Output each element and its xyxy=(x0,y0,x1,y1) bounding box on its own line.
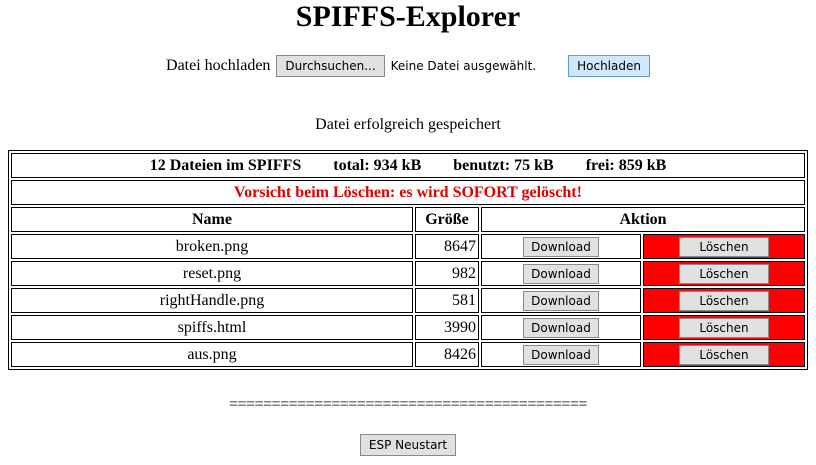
download-button[interactable]: Download xyxy=(523,236,599,257)
file-name: reset.png xyxy=(11,261,413,286)
table-row: spiffs.html 3990 Download Löschen xyxy=(11,315,805,340)
page-title: SPIFFS-Explorer xyxy=(295,0,521,33)
column-header-action: Aktion xyxy=(481,207,805,232)
delete-button[interactable]: Löschen xyxy=(679,263,769,284)
file-size: 581 xyxy=(415,288,479,313)
download-button[interactable]: Download xyxy=(523,290,599,311)
delete-button[interactable]: Löschen xyxy=(679,236,769,257)
file-table: 12 Dateien im SPIFFS total: 934 kB benut… xyxy=(8,150,808,370)
table-row: broken.png 8647 Download Löschen xyxy=(11,234,805,259)
file-name: spiffs.html xyxy=(11,315,413,340)
delete-button[interactable]: Löschen xyxy=(679,344,769,365)
download-button[interactable]: Download xyxy=(523,344,599,365)
file-size: 982 xyxy=(415,261,479,286)
status-message: Datei erfolgreich gespeichert xyxy=(315,116,501,133)
restart-button[interactable]: ESP Neustart xyxy=(359,434,457,456)
table-row: rightHandle.png 581 Download Löschen xyxy=(11,288,805,313)
file-name: aus.png xyxy=(11,342,413,367)
file-name: rightHandle.png xyxy=(11,288,413,313)
column-header-size: Größe xyxy=(415,207,479,232)
file-name: broken.png xyxy=(11,234,413,259)
free-size: frei: 859 kB xyxy=(585,156,667,174)
upload-label: Datei hochladen xyxy=(166,57,271,74)
total-size: total: 934 kB xyxy=(333,156,422,174)
table-row: aus.png 8426 Download Löschen xyxy=(11,342,805,367)
download-button[interactable]: Download xyxy=(523,317,599,338)
table-row: reset.png 982 Download Löschen xyxy=(11,261,805,286)
column-header-name: Name xyxy=(11,207,413,232)
upload-button[interactable]: Hochladen xyxy=(568,55,650,77)
delete-warning: Vorsicht beim Löschen: es wird SOFORT ge… xyxy=(11,180,805,205)
separator-line: ========================================… xyxy=(229,396,587,413)
file-count: 12 Dateien im SPIFFS xyxy=(149,156,302,174)
delete-button[interactable]: Löschen xyxy=(679,290,769,311)
delete-button[interactable]: Löschen xyxy=(679,317,769,338)
download-button[interactable]: Download xyxy=(523,263,599,284)
file-size: 8647 xyxy=(415,234,479,259)
file-size: 8426 xyxy=(415,342,479,367)
used-size: benutzt: 75 kB xyxy=(453,156,554,174)
browse-button[interactable]: Durchsuchen... xyxy=(276,55,385,77)
file-size: 3990 xyxy=(415,315,479,340)
upload-form: Datei hochladen Durchsuchen... Keine Dat… xyxy=(0,55,816,77)
storage-summary: 12 Dateien im SPIFFS total: 934 kB benut… xyxy=(11,153,805,178)
no-file-selected-text: Keine Datei ausgewählt. xyxy=(390,59,537,73)
